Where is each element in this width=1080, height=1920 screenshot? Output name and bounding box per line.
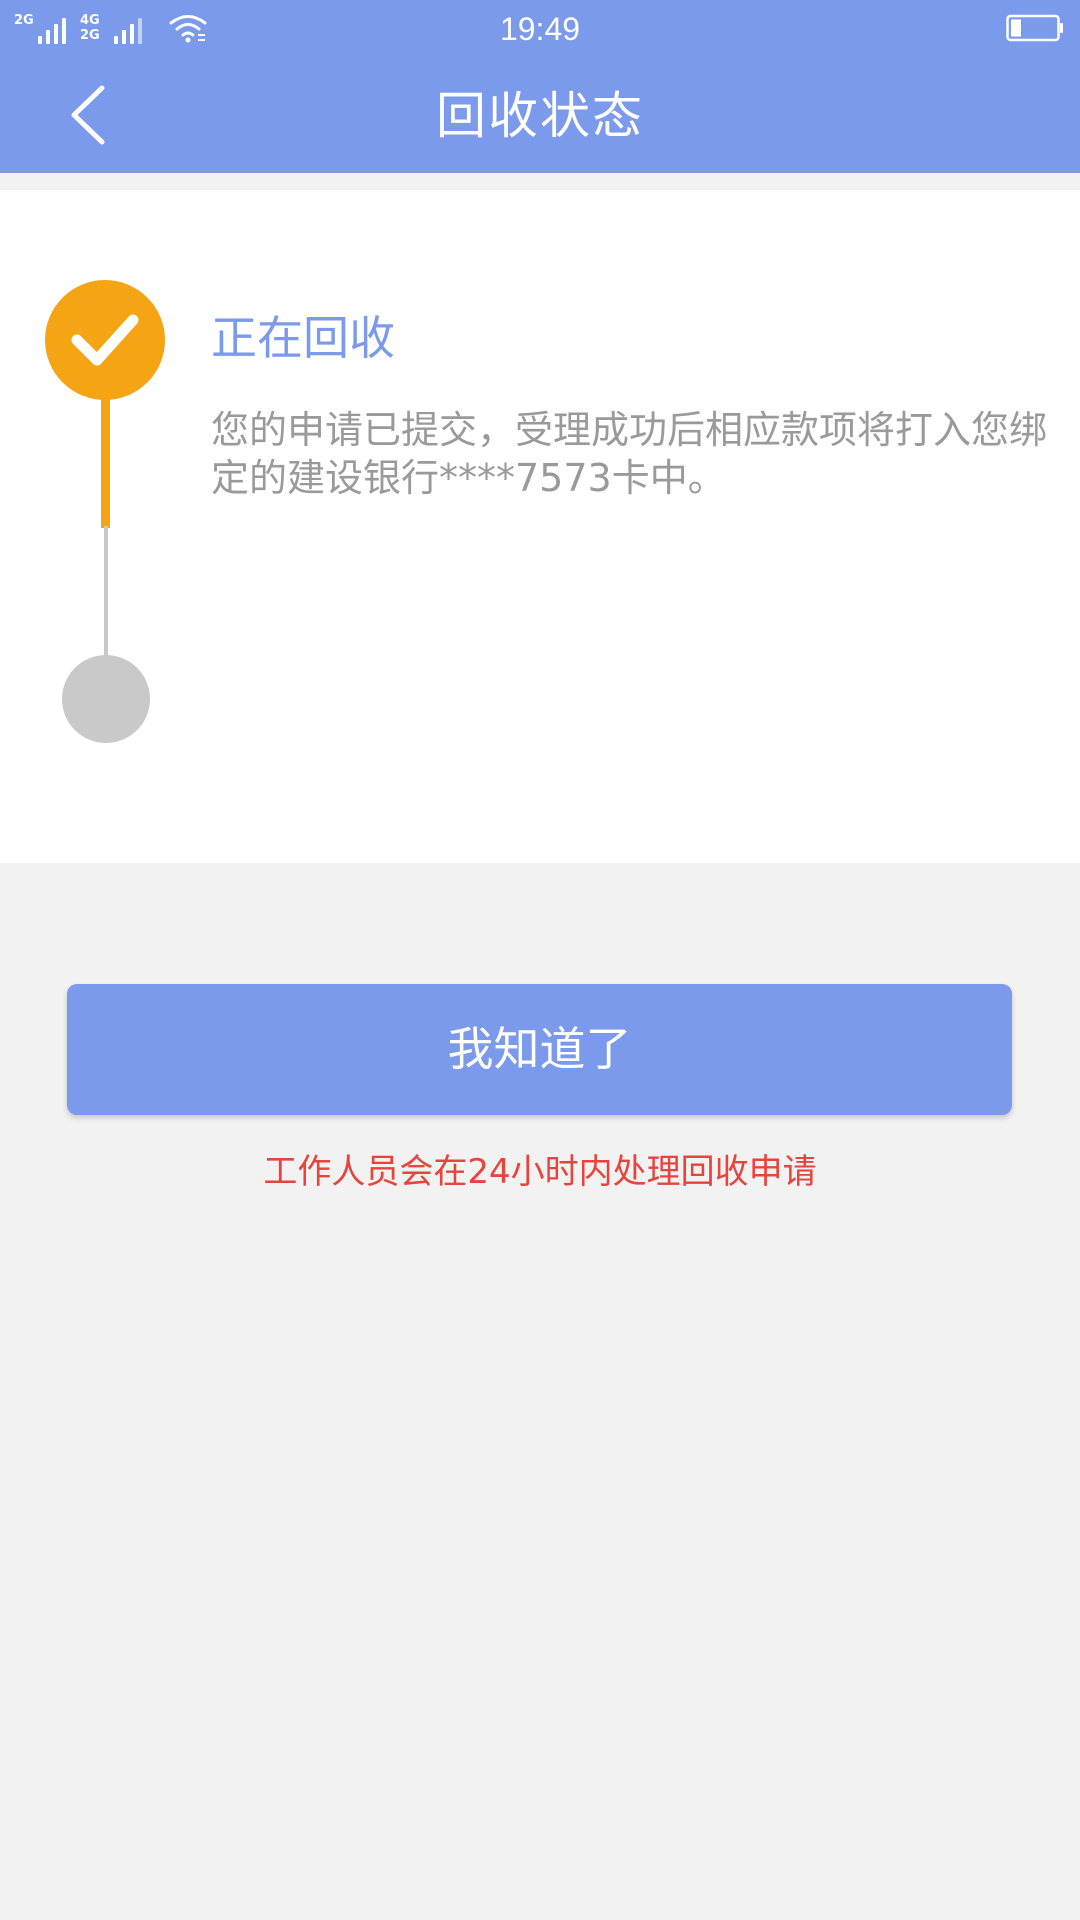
check-mark-icon: [71, 314, 139, 366]
pending-step-dot: [62, 655, 150, 743]
app-header: 2G 4G 2G 19:49 回收状态: [0, 0, 1080, 173]
page-title: 回收状态: [436, 87, 644, 145]
check-icon: [45, 280, 165, 400]
nav-bar: 回收状态: [0, 58, 1080, 173]
confirm-button[interactable]: 我知道了: [67, 984, 1012, 1115]
status-bar: 2G 4G 2G 19:49: [0, 0, 1080, 58]
current-step-description: 您的申请已提交，受理成功后相应款项将打入您绑定的建设银行****7573卡中。: [211, 408, 1048, 500]
processing-notice: 工作人员会在24小时内处理回收申请: [263, 1152, 817, 1192]
progress-line-inactive: [104, 526, 108, 658]
progress-line-active: [101, 398, 110, 528]
status-clock: 19:49: [499, 11, 581, 47]
battery-icon: [1006, 14, 1063, 42]
current-step-title: 正在回收: [211, 311, 395, 365]
status-card: 正在回收 您的申请已提交，受理成功后相应款项将打入您绑定的建设银行****757…: [0, 190, 1080, 863]
